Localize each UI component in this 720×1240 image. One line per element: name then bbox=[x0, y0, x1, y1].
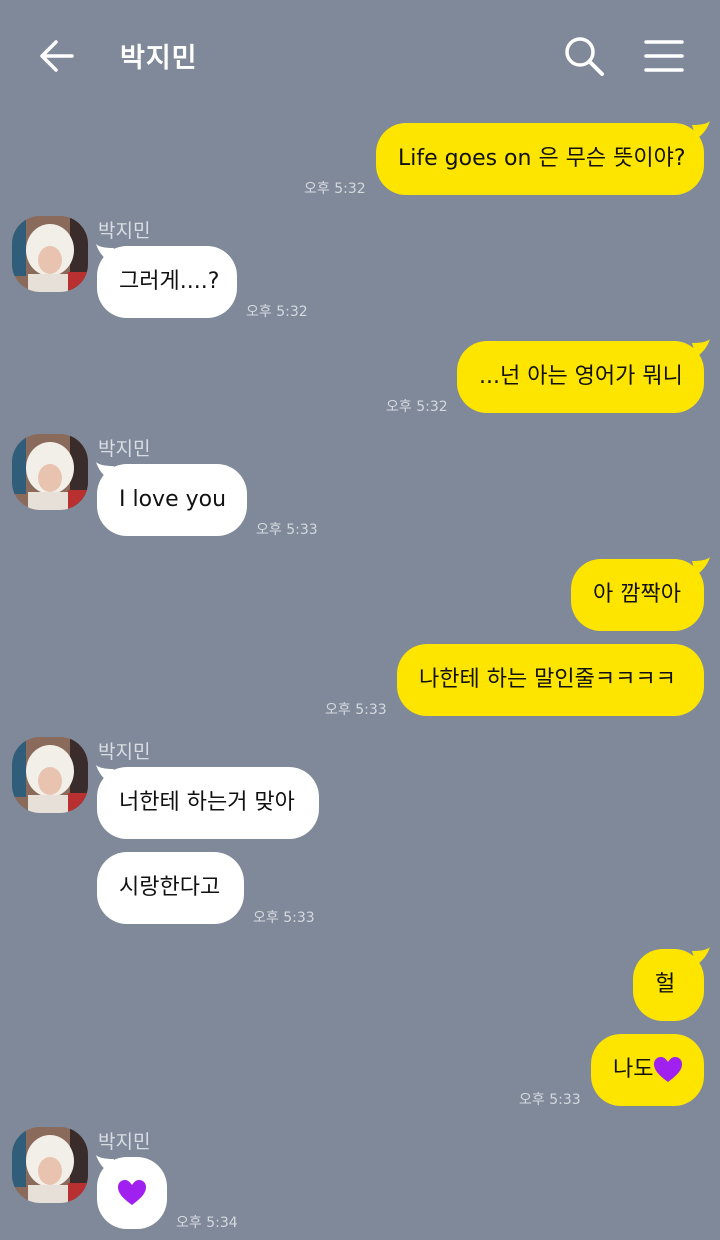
incoming-message[interactable]: 그러게....? bbox=[97, 246, 237, 318]
menu-icon[interactable] bbox=[642, 36, 686, 76]
incoming-message[interactable]: 너한테 하는거 맞아 bbox=[97, 767, 319, 839]
message-time: 오후 5:32 bbox=[304, 181, 366, 197]
chat-title: 박지민 bbox=[120, 43, 198, 74]
purple-heart-icon bbox=[118, 1180, 146, 1205]
purple-heart-icon bbox=[654, 1057, 683, 1082]
avatar[interactable] bbox=[12, 737, 88, 813]
message-time: 오후 5:33 bbox=[256, 522, 318, 538]
message-time: 오후 5:32 bbox=[386, 399, 448, 415]
outgoing-message[interactable]: Life goes on 은 무슨 뜻이야? bbox=[376, 123, 704, 195]
outgoing-message[interactable]: ...넌 아는 영어가 뭐니 bbox=[457, 341, 704, 413]
chat-header: 박지민 bbox=[0, 0, 720, 112]
bubble-tail bbox=[692, 121, 710, 139]
outgoing-message[interactable]: 나도 bbox=[591, 1034, 704, 1106]
message-time: 오후 5:33 bbox=[519, 1092, 581, 1108]
message-text: 나도 bbox=[613, 1057, 654, 1082]
avatar[interactable] bbox=[12, 216, 88, 292]
search-icon[interactable] bbox=[562, 34, 606, 78]
message-time: 오후 5:34 bbox=[176, 1215, 238, 1231]
bubble-tail bbox=[692, 339, 710, 357]
outgoing-message[interactable]: 아 깜짝아 bbox=[571, 559, 704, 631]
message-time: 오후 5:33 bbox=[325, 702, 387, 718]
avatar[interactable] bbox=[12, 434, 88, 510]
outgoing-message[interactable]: 나한테 하는 말인줄ㅋㅋㅋㅋ bbox=[397, 644, 704, 716]
bubble-tail bbox=[692, 557, 710, 575]
bubble-tail bbox=[692, 947, 710, 965]
sender-name: 박지민 bbox=[98, 438, 151, 460]
message-time: 오후 5:32 bbox=[246, 304, 308, 320]
sender-name: 박지민 bbox=[98, 220, 151, 242]
sender-name: 박지민 bbox=[98, 741, 151, 763]
incoming-message[interactable]: I love you bbox=[97, 464, 247, 536]
incoming-message[interactable] bbox=[97, 1157, 167, 1229]
sender-name: 박지민 bbox=[98, 1131, 151, 1153]
avatar[interactable] bbox=[12, 1127, 88, 1203]
back-arrow-icon[interactable] bbox=[36, 34, 80, 78]
incoming-message[interactable]: 시랑한다고 bbox=[97, 852, 244, 924]
message-time: 오후 5:33 bbox=[253, 910, 315, 926]
